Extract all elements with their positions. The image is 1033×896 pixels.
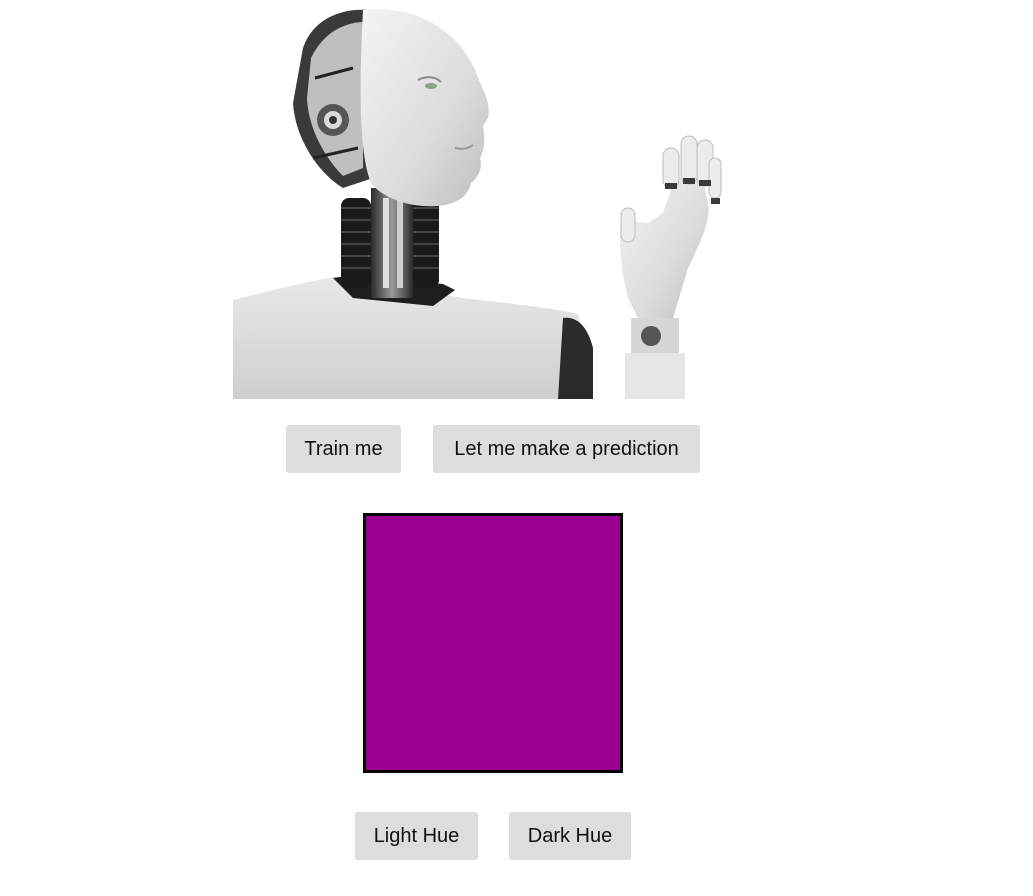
- color-swatch: [363, 513, 623, 773]
- train-button[interactable]: Train me: [286, 425, 401, 473]
- app-page: Train me Let me make a prediction Light …: [0, 0, 1033, 896]
- light-hue-button[interactable]: Light Hue: [355, 812, 478, 860]
- predict-button[interactable]: Let me make a prediction: [433, 425, 700, 473]
- dark-hue-button[interactable]: Dark Hue: [509, 812, 631, 860]
- robot-image: [233, 8, 723, 399]
